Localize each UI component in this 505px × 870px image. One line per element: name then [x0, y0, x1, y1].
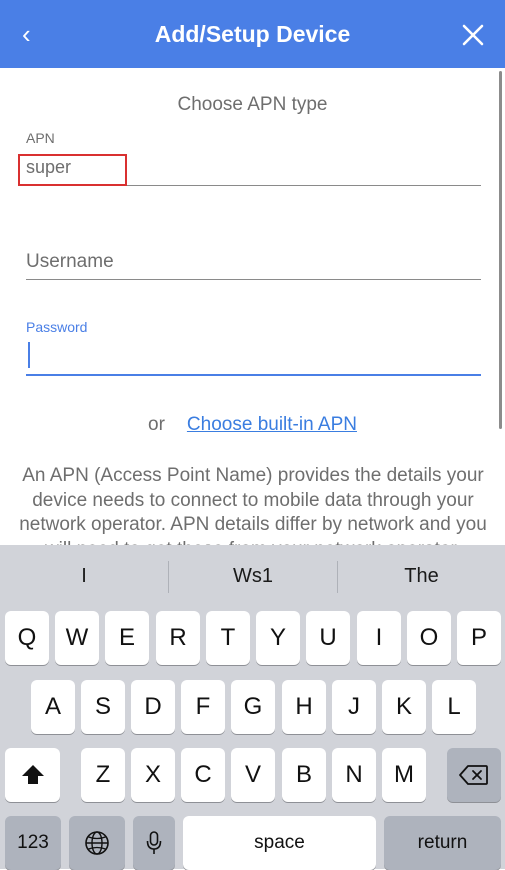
- suggestion-2[interactable]: Ws1: [169, 545, 337, 607]
- apn-highlight-box: [18, 154, 127, 186]
- key-x[interactable]: X: [131, 748, 175, 802]
- key-e[interactable]: E: [105, 611, 149, 665]
- form-content: Choose APN type APN super Username Passw…: [0, 68, 505, 545]
- app-header: ‹ Add/Setup Device: [0, 0, 505, 68]
- shift-key[interactable]: [5, 748, 60, 802]
- dictation-key[interactable]: [133, 816, 175, 870]
- username-underline: [26, 279, 481, 280]
- apn-type-heading: Choose APN type: [177, 94, 328, 115]
- key-p[interactable]: P: [457, 611, 501, 665]
- text-cursor: [28, 342, 30, 368]
- key-u[interactable]: U: [306, 611, 350, 665]
- delete-key[interactable]: [447, 748, 501, 802]
- space-key[interactable]: space: [183, 816, 376, 870]
- password-underline: [26, 374, 481, 376]
- key-c[interactable]: C: [181, 748, 225, 802]
- apn-description: An APN (Access Point Name) provides the …: [19, 465, 487, 545]
- key-t[interactable]: T: [206, 611, 250, 665]
- key-j[interactable]: J: [332, 680, 376, 734]
- on-screen-keyboard: I Ws1 The Q W E R T Y U I O P A S D F G …: [0, 545, 505, 870]
- numbers-key[interactable]: 123: [5, 816, 61, 870]
- close-icon[interactable]: [458, 20, 488, 50]
- key-o[interactable]: O: [407, 611, 451, 665]
- choose-builtin-apn-link[interactable]: Choose built-in APN: [187, 414, 357, 435]
- page-title: Add/Setup Device: [154, 21, 351, 47]
- key-d[interactable]: D: [131, 680, 175, 734]
- key-v[interactable]: V: [231, 748, 275, 802]
- password-input[interactable]: [26, 344, 481, 372]
- key-w[interactable]: W: [55, 611, 99, 665]
- shift-arrow-icon: [21, 765, 44, 784]
- key-z[interactable]: Z: [81, 748, 125, 802]
- username-input[interactable]: Username: [26, 251, 114, 273]
- key-k[interactable]: K: [382, 680, 426, 734]
- scrollbar[interactable]: [499, 71, 502, 429]
- key-h[interactable]: H: [282, 680, 326, 734]
- password-label: Password: [26, 319, 88, 335]
- key-n[interactable]: N: [332, 748, 376, 802]
- key-a[interactable]: A: [31, 680, 75, 734]
- key-s[interactable]: S: [81, 680, 125, 734]
- key-q[interactable]: Q: [5, 611, 49, 665]
- return-key[interactable]: return: [384, 816, 501, 870]
- key-b[interactable]: B: [282, 748, 326, 802]
- or-text: or: [148, 414, 165, 435]
- apn-label: APN: [26, 130, 55, 146]
- key-y[interactable]: Y: [256, 611, 300, 665]
- key-g[interactable]: G: [231, 680, 275, 734]
- backspace-icon: [459, 765, 488, 785]
- key-f[interactable]: F: [181, 680, 225, 734]
- suggestion-1[interactable]: I: [0, 545, 168, 607]
- builtin-apn-row: or Choose built-in APN: [0, 414, 505, 436]
- key-m[interactable]: M: [382, 748, 426, 802]
- suggestion-3[interactable]: The: [338, 545, 505, 607]
- key-i[interactable]: I: [357, 611, 401, 665]
- microphone-icon: [146, 831, 162, 854]
- globe-key[interactable]: [69, 816, 125, 870]
- globe-icon: [85, 831, 109, 855]
- key-l[interactable]: L: [432, 680, 476, 734]
- key-r[interactable]: R: [156, 611, 200, 665]
